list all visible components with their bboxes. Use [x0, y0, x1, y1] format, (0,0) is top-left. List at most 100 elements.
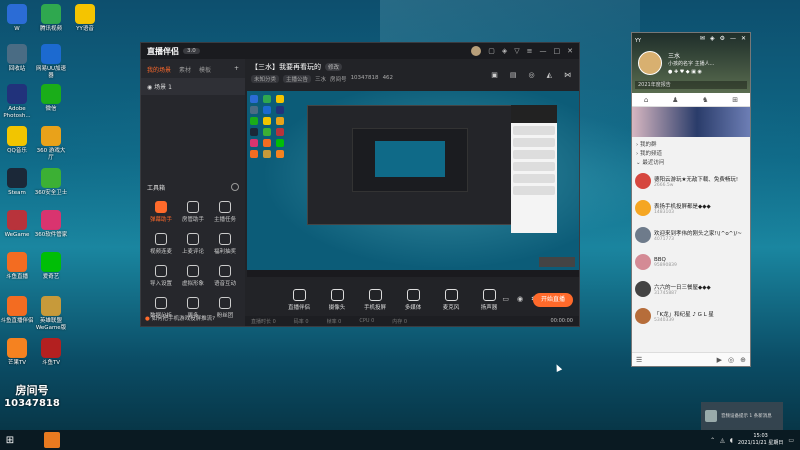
contact-item[interactable]: 欢迎来到孝伟的刚头之家!\(^o^)/~ 4071773 — [635, 224, 747, 246]
my-channels[interactable]: › 我的频道 — [636, 149, 746, 158]
source-control[interactable]: 手机投屏 — [361, 289, 389, 311]
desktop-shortcut[interactable]: YY语音 — [68, 4, 102, 33]
contact-item[interactable]: 表扬手机投屏都是◆◆◆ 1483103 — [635, 197, 747, 219]
stream-preview[interactable] — [247, 91, 579, 277]
my-groups[interactable]: › 我的群 — [636, 140, 746, 149]
windows-start-icon[interactable]: ⊞ — [0, 430, 20, 450]
desktop-shortcut[interactable]: Steam — [0, 168, 34, 197]
desktop-shortcut[interactable]: 斗鱼直播伴侣 — [0, 296, 34, 325]
tool-item[interactable]: 导入设置 — [145, 265, 177, 287]
avatar[interactable] — [471, 46, 482, 56]
version-badge[interactable]: 3.0 — [183, 48, 200, 54]
tab-assets[interactable]: 素材 — [179, 65, 191, 74]
announcement-tag[interactable]: 主播公告 — [283, 75, 312, 83]
source-control[interactable]: 麦克风 — [437, 289, 465, 311]
tool-item[interactable]: 语音互动 — [209, 265, 241, 287]
main-menu-icon[interactable]: ☰ — [636, 356, 642, 364]
clock[interactable]: 15:03 2021/11/21 星期日 — [738, 433, 783, 447]
tool-item[interactable]: 弹幕助手 — [145, 201, 177, 223]
share-icon[interactable]: ⋈ — [564, 71, 571, 79]
layout-icon[interactable]: ▣ — [491, 71, 498, 79]
settings-icon[interactable]: ⚙ — [720, 35, 725, 42]
scene-item[interactable]: ◉ 场景 1 — [141, 78, 245, 95]
message-icon[interactable]: ▢ — [488, 47, 495, 55]
settings-icon[interactable]: ▽ — [514, 47, 519, 55]
tool-item[interactable]: 房管助手 — [177, 201, 209, 223]
preview-desktop-icons — [250, 95, 290, 158]
nested-chat-panel — [511, 105, 557, 233]
source-control[interactable]: 摄像头 — [323, 289, 351, 311]
desktop-shortcut[interactable]: W — [0, 4, 34, 33]
desktop-shortcut[interactable]: QQ音乐 — [0, 126, 34, 155]
desktop-shortcut[interactable]: 360 游戏大厅 — [34, 126, 68, 162]
tab-templates[interactable]: 模板 — [199, 65, 211, 74]
tab-scenes[interactable]: 我的场景 — [147, 65, 171, 74]
record-icon[interactable]: ◎ — [529, 71, 535, 79]
contact-item[interactable]: 「K龙」和纪星 ♪ G L 星 5340339 — [635, 305, 747, 327]
tool-item[interactable]: 视频连麦 — [145, 233, 177, 255]
annual-report-link[interactable]: 2021年度报告 — [635, 81, 747, 89]
start-live-button[interactable]: 开始直播 — [533, 293, 573, 307]
desktop-shortcut[interactable]: 360软件管家 — [34, 210, 68, 239]
contacts-icon[interactable]: ♟ — [672, 96, 678, 104]
desktop-shortcut[interactable]: 爱奇艺 — [34, 252, 68, 281]
contact-item[interactable]: BBQ 95890839 — [635, 251, 747, 273]
desktop-shortcut[interactable]: 网易UU加速器 — [34, 44, 68, 80]
recent-visits[interactable]: ⌄ 最近访问 — [636, 158, 746, 167]
bell-icon[interactable]: ◭ — [547, 71, 552, 79]
desktop-shortcut[interactable]: WeGame — [0, 210, 34, 239]
desktop-shortcut[interactable]: Adobe Photosh... — [0, 84, 34, 120]
skin-icon[interactable]: ◈ — [710, 35, 715, 42]
notification-center-icon[interactable]: ▭ — [788, 437, 794, 444]
home-icon[interactable]: ⌂ — [644, 96, 648, 104]
taskbar-app-douyu[interactable] — [44, 432, 60, 448]
video-icon[interactable]: ▶ — [717, 356, 722, 364]
notification-toast[interactable]: 音频设备提示 1 条新消息 — [701, 402, 783, 430]
desktop-shortcut[interactable]: 微信 — [34, 84, 68, 113]
minimize-icon[interactable]: — — [540, 47, 547, 55]
eye-toggle-icon[interactable]: ◉ — [517, 295, 523, 303]
contact-item[interactable]: 德阳云游玩★无敌下载、免费畅玩! 2666.5w — [635, 170, 747, 192]
desktop-shortcut[interactable]: 回收站 — [0, 44, 34, 73]
chat-banner[interactable] — [632, 107, 750, 137]
source-control[interactable]: 多媒体 — [399, 289, 427, 311]
mail-icon[interactable]: ✉ — [700, 35, 705, 42]
desktop-shortcut[interactable]: 腾讯视频 — [34, 4, 68, 33]
tool-item[interactable]: 福利抽奖 — [209, 233, 241, 255]
add-scene-button[interactable]: + — [234, 65, 239, 74]
edit-title-button[interactable]: 修改 — [325, 63, 343, 71]
user-signature[interactable]: 小孩的名字 主播人... — [668, 60, 714, 67]
network-icon[interactable]: ◬ — [720, 437, 725, 444]
contact-item[interactable]: 六六的一日三餐屋◆◆◆ 31745887 — [635, 278, 747, 300]
close-icon[interactable]: ✕ — [567, 47, 573, 55]
source-control[interactable]: 扬声器 — [475, 289, 503, 311]
category-tag[interactable]: 未知分类 — [251, 75, 280, 83]
help-icon[interactable] — [231, 183, 239, 191]
camera-icon[interactable]: ▭ — [502, 295, 509, 303]
screencast-tip[interactable]: ● 如何把手机游戏投屏推流? — [145, 314, 215, 322]
minimize-icon[interactable]: — — [730, 35, 736, 42]
close-icon[interactable]: ✕ — [741, 35, 746, 42]
desktop-shortcut[interactable]: 斗鱼TV — [34, 338, 68, 367]
lock-icon[interactable]: ▤ — [510, 71, 517, 79]
desktop-shortcut[interactable]: 英雄联盟 WeGame版 — [34, 296, 68, 332]
group-icon[interactable]: ♞ — [702, 96, 708, 104]
desktop-shortcut[interactable]: 芒果TV — [0, 338, 34, 367]
tool-item[interactable]: 虚拟形象 — [177, 265, 209, 287]
more-icon[interactable]: ⊕ — [740, 356, 746, 364]
source-control[interactable]: 直播伴侣 — [285, 289, 313, 311]
contact-name: 「K龙」和纪星 ♪ G L 星 — [654, 311, 714, 318]
desktop-shortcut[interactable]: 360安全卫士 — [34, 168, 68, 197]
tool-item[interactable]: 上麦评论 — [177, 233, 209, 255]
desktop-shortcut[interactable]: 斗鱼直播 — [0, 252, 34, 281]
skin-icon[interactable]: ◈ — [502, 47, 507, 55]
source-control-label: 麦克风 — [442, 305, 460, 311]
avatar[interactable] — [638, 51, 662, 75]
tool-item[interactable]: 主播任务 — [209, 201, 241, 223]
volume-icon[interactable]: ◖ — [730, 437, 733, 444]
live-icon[interactable]: ◎ — [728, 356, 734, 364]
apps-icon[interactable]: ⊞ — [732, 96, 738, 104]
tray-expand-icon[interactable]: ⌃ — [710, 437, 715, 444]
menu-icon[interactable]: ≡ — [527, 47, 533, 55]
maximize-icon[interactable]: □ — [554, 47, 561, 55]
